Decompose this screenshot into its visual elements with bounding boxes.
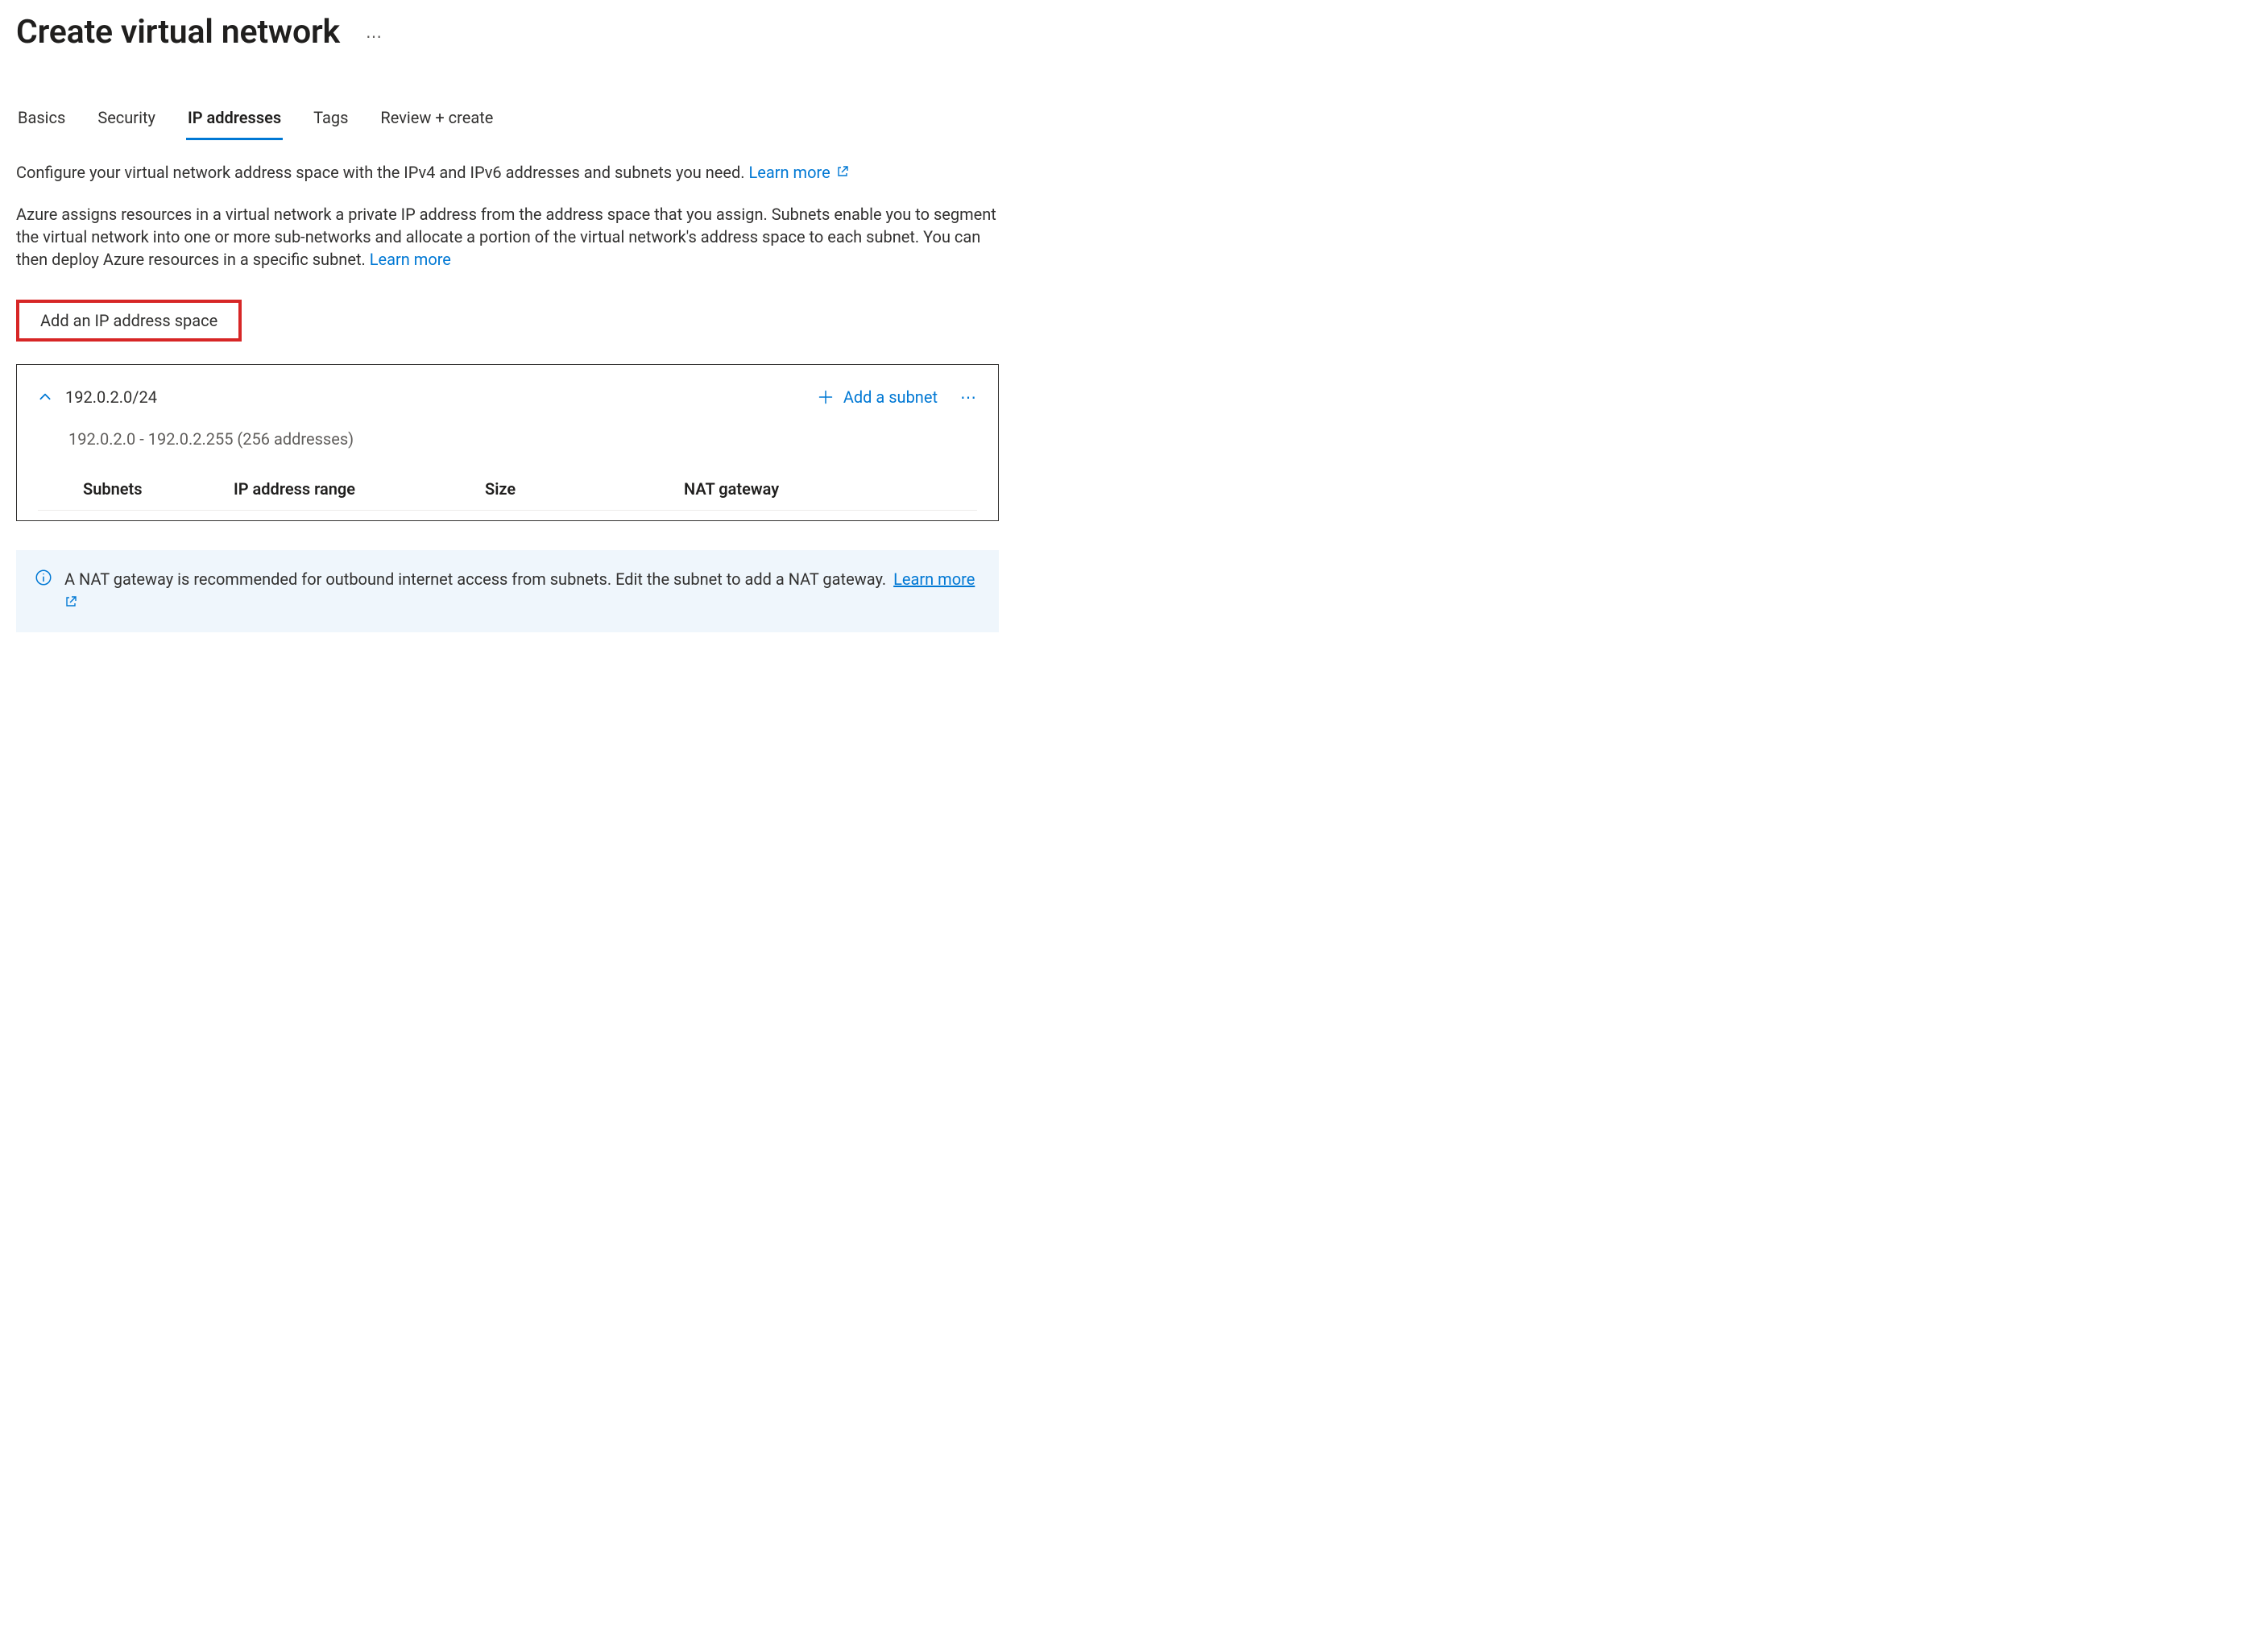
subnet-table-header: Subnets IP address range Size NAT gatewa… — [38, 479, 977, 511]
banner-text: A NAT gateway is recommended for outboun… — [64, 569, 886, 589]
add-subnet-button[interactable]: Add a subnet — [814, 383, 941, 412]
info-icon — [35, 569, 52, 586]
plus-icon — [818, 389, 834, 405]
address-space-cidr: 192.0.2.0/24 — [65, 387, 157, 407]
address-space-range: 192.0.2.0 - 192.0.2.255 (256 addresses) — [68, 429, 977, 449]
add-subnet-label: Add a subnet — [843, 387, 938, 407]
tab-tags[interactable]: Tags — [312, 100, 350, 139]
more-icon[interactable]: ⋯ — [366, 20, 383, 44]
address-space-more-icon[interactable]: ⋯ — [960, 389, 977, 405]
nat-info-banner: A NAT gateway is recommended for outboun… — [16, 550, 999, 632]
col-ip-range: IP address range — [234, 479, 475, 499]
tab-review-create[interactable]: Review + create — [379, 100, 495, 139]
tab-security[interactable]: Security — [96, 100, 157, 139]
intro-text-2: Azure assigns resources in a virtual net… — [16, 205, 996, 269]
tab-basics[interactable]: Basics — [16, 100, 67, 139]
intro-text-1: Configure your virtual network address s… — [16, 163, 745, 182]
external-link-icon — [836, 161, 849, 184]
tab-ip-addresses[interactable]: IP addresses — [186, 100, 283, 139]
intro-block: Configure your virtual network address s… — [16, 161, 999, 271]
tab-bar: Basics Security IP addresses Tags Review… — [16, 100, 999, 139]
address-space-card: 192.0.2.0/24 Add a subnet ⋯ 192.0.2.0 - … — [16, 364, 999, 521]
learn-more-link-banner[interactable]: Learn more — [893, 569, 975, 589]
chevron-up-icon[interactable] — [38, 390, 52, 404]
learn-more-link-1[interactable]: Learn more — [749, 163, 849, 182]
col-size: Size — [485, 479, 674, 499]
col-subnets: Subnets — [83, 479, 224, 499]
learn-more-link-2[interactable]: Learn more — [370, 250, 451, 269]
page-title: Create virtual network — [16, 13, 340, 52]
external-link-icon — [64, 593, 77, 612]
col-nat-gateway: NAT gateway — [684, 479, 977, 499]
add-ip-address-space-button[interactable]: Add an IP address space — [16, 300, 242, 342]
